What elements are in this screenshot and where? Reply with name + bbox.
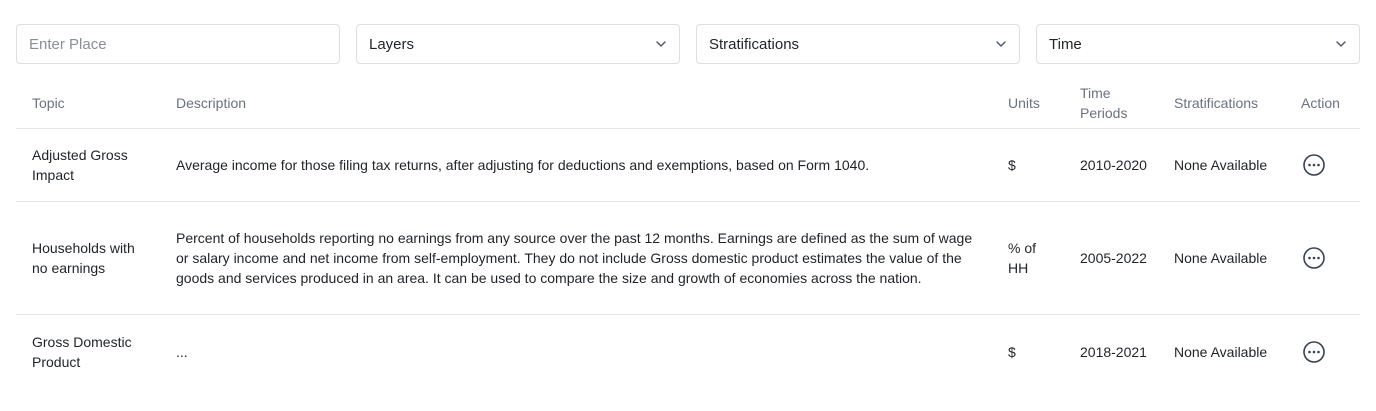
column-header-description[interactable]: Description	[176, 93, 246, 113]
layers-select-label: Layers	[369, 35, 415, 53]
column-header-stratifications[interactable]: Stratifications	[1174, 93, 1258, 113]
table-row: Households with no earnings Percent of h…	[16, 202, 1360, 315]
description-cell: Average income for those filing tax retu…	[176, 157, 870, 173]
table-header: Topic Description Units Time Periods Str…	[16, 78, 1360, 129]
stratifications-cell: None Available	[1174, 343, 1268, 360]
time-select-label: Time	[1049, 35, 1082, 53]
topic-cell: Gross Domestic Product	[32, 333, 132, 370]
stratifications-cell: None Available	[1174, 157, 1268, 173]
chevron-down-icon	[995, 38, 1007, 50]
units-cell: $	[1008, 157, 1016, 173]
layers-select[interactable]: Layers	[356, 24, 680, 64]
chevron-down-icon	[1335, 38, 1347, 50]
place-input[interactable]	[29, 35, 327, 53]
column-header-action: Action	[1301, 95, 1340, 111]
place-search-field[interactable]	[16, 24, 340, 64]
stratifications-select[interactable]: Stratifications	[696, 24, 1020, 64]
more-actions-icon[interactable]	[1302, 340, 1326, 364]
more-actions-icon[interactable]	[1302, 153, 1326, 177]
time-periods-cell: 2018-2021	[1080, 343, 1147, 360]
table-row: Gross Domestic Product ... $ 2018-2021 N…	[16, 315, 1360, 388]
units-cell: % of HH	[1008, 240, 1037, 276]
stratifications-cell: None Available	[1174, 250, 1268, 266]
time-periods-cell: 2010-2020	[1080, 157, 1147, 173]
topic-cell: Households with no earnings	[32, 240, 135, 276]
topic-cell: Adjusted Gross Impact	[32, 147, 128, 183]
column-header-time-periods[interactable]: Time Periods	[1080, 83, 1140, 123]
table-row: Adjusted Gross Impact Average income for…	[16, 129, 1360, 202]
chevron-down-icon	[655, 38, 667, 50]
stratifications-select-label: Stratifications	[709, 35, 800, 53]
data-table: Topic Description Units Time Periods Str…	[16, 78, 1360, 388]
units-cell: $	[1008, 343, 1016, 360]
column-header-topic[interactable]: Topic	[32, 93, 65, 113]
filter-bar: Layers Stratifications Time	[16, 24, 1360, 64]
description-cell: ...	[176, 343, 188, 360]
column-header-units[interactable]: Units	[1008, 93, 1040, 113]
time-periods-cell: 2005-2022	[1080, 250, 1147, 266]
description-cell: Percent of households reporting no earni…	[176, 230, 973, 286]
more-actions-icon[interactable]	[1302, 246, 1326, 270]
time-select[interactable]: Time	[1036, 24, 1360, 64]
